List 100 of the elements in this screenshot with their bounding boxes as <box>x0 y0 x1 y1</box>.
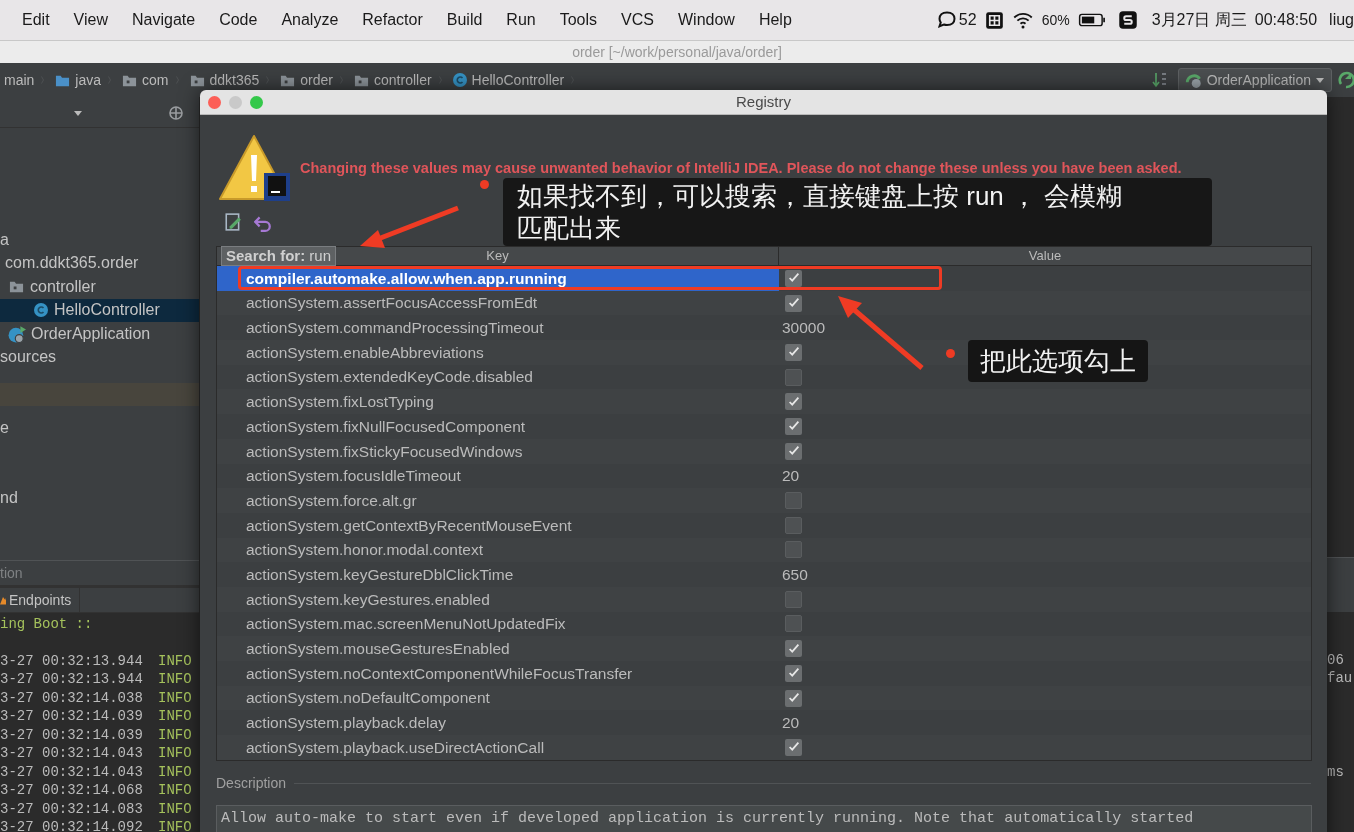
check-icon <box>786 641 801 656</box>
menu-item[interactable]: Edit <box>10 8 62 32</box>
caret-icon <box>1315 75 1325 85</box>
chat-icon[interactable] <box>936 10 957 30</box>
menu-item[interactable]: Run <box>494 8 548 32</box>
breadcrumb[interactable]: controller <box>353 69 438 91</box>
tree-item[interactable]: sources <box>0 345 199 369</box>
checkbox[interactable] <box>785 664 802 682</box>
checkbox[interactable] <box>785 343 802 361</box>
panel-title: tion <box>0 563 23 583</box>
checkbox[interactable] <box>785 393 802 411</box>
table-cell[interactable]: actionSystem.honor.modal.context <box>217 537 779 563</box>
table-cell[interactable]: actionSystem.focusIdleTimeout <box>217 463 779 489</box>
tree-item[interactable]: e <box>0 416 199 440</box>
clock-label: 00:48:50 <box>1254 10 1318 30</box>
table-cell[interactable]: 20 <box>782 711 800 735</box>
console-timestamp: 3-27 00:32:14.038 <box>0 688 144 707</box>
menu-item[interactable]: View <box>61 8 120 32</box>
checkbox[interactable] <box>785 492 802 510</box>
console-timestamp: 3-27 00:32:14.092 <box>0 818 144 832</box>
checkbox[interactable] <box>785 269 802 287</box>
app-status-icon[interactable] <box>1117 10 1138 30</box>
menu-item[interactable]: VCS <box>609 8 666 32</box>
class-icon <box>33 302 49 319</box>
console-line: ms <box>1327 763 1345 781</box>
table-cell[interactable]: actionSystem.keyGestures.enabled <box>217 586 779 612</box>
table-cell[interactable]: actionSystem.commandProcessingTimeout <box>217 315 779 341</box>
table-cell[interactable]: actionSystem.force.alt.gr <box>217 488 779 513</box>
breadcrumb[interactable]: main <box>4 69 41 91</box>
checkbox[interactable] <box>785 516 802 534</box>
edit-icon[interactable] <box>224 213 242 231</box>
menu-item[interactable]: Analyze <box>269 8 351 32</box>
user-name[interactable]: liug <box>1329 8 1354 32</box>
log-level: INFO <box>158 651 192 670</box>
table-cell[interactable]: actionSystem.noContextComponentWhileFocusTransfer <box>217 661 779 686</box>
checkbox[interactable] <box>785 689 802 707</box>
tree-item[interactable]: a <box>0 228 199 252</box>
table-cell[interactable]: actionSystem.enableAbbreviations <box>217 340 779 365</box>
section-label: Description <box>216 774 287 794</box>
folder-icon <box>8 279 25 295</box>
table-cell[interactable]: actionSystem.keyGestureDblClickTime <box>217 562 779 587</box>
table-cell[interactable]: actionSystem.getContextByRecentMouseEvent <box>217 512 779 538</box>
battery-icon[interactable] <box>1077 11 1106 29</box>
checkbox[interactable] <box>785 442 802 460</box>
table-cell[interactable]: actionSystem.assertFocusAccessFromEdt <box>217 290 779 316</box>
checkbox[interactable] <box>785 590 802 608</box>
table-cell[interactable]: actionSystem.fixLostTyping <box>217 389 779 415</box>
dropdown-caret-icon[interactable] <box>73 108 83 118</box>
breadcrumb[interactable]: HelloController <box>451 69 571 91</box>
input-method-icon[interactable] <box>984 10 1004 30</box>
log-level: INFO <box>158 818 192 832</box>
table-cell[interactable]: actionSystem.playback.useDirectActionCall <box>217 735 779 760</box>
tree-item[interactable]: controller <box>0 275 199 299</box>
breadcrumb[interactable]: ddkt365 <box>188 69 266 91</box>
tree-item[interactable]: OrderApplication <box>0 322 199 346</box>
checkbox[interactable] <box>785 640 802 658</box>
menu-item[interactable]: Build <box>434 8 495 32</box>
date-label: 3月27日 周三 <box>1151 10 1247 30</box>
rerun-icon[interactable] <box>1338 71 1354 89</box>
class-icon <box>451 72 468 88</box>
locate-icon[interactable] <box>168 105 184 121</box>
table-cell[interactable]: 30000 <box>782 316 826 340</box>
sort-icon[interactable] <box>1151 71 1168 89</box>
checkbox[interactable] <box>785 738 802 756</box>
tree-item[interactable]: HelloController <box>0 298 199 322</box>
table-cell[interactable]: actionSystem.fixStickyFocusedWindows <box>217 438 779 464</box>
tree-item[interactable]: nd <box>0 486 199 510</box>
tree-item[interactable]: com.ddkt365.order <box>0 251 199 275</box>
search-popup[interactable]: Search for: run <box>221 246 337 266</box>
table-cell[interactable]: actionSystem.extendedKeyCode.disabled <box>217 364 779 390</box>
log-level: INFO <box>158 725 192 744</box>
console-timestamp: 3-27 00:32:13.944 <box>0 670 144 689</box>
breadcrumb[interactable]: com <box>121 69 175 91</box>
breadcrumb[interactable]: java <box>54 69 108 91</box>
menu-item[interactable]: Tools <box>547 8 610 32</box>
wifi-icon[interactable] <box>1011 10 1034 30</box>
checkbox[interactable] <box>785 368 802 386</box>
menu-item[interactable]: Help <box>746 8 804 32</box>
menu-item[interactable]: Refactor <box>350 8 435 32</box>
checkbox[interactable] <box>785 417 802 435</box>
menu-item[interactable]: Navigate <box>119 8 208 32</box>
annotation-callout: 如果找不到，可以搜索，直接键盘上按 run ， 会模糊匹配出来 <box>503 178 1212 246</box>
dialog-title: Registry <box>736 91 791 112</box>
revert-icon[interactable] <box>254 214 272 232</box>
table-cell[interactable]: 20 <box>782 464 800 488</box>
log-level: INFO <box>158 688 192 707</box>
table-cell[interactable]: actionSystem.mouseGesturesEnabled <box>217 636 779 661</box>
menu-item[interactable]: Window <box>665 8 747 32</box>
table-cell[interactable]: actionSystem.fixNullFocusedComponent <box>217 414 779 439</box>
table-cell[interactable]: actionSystem.noDefaultComponent <box>217 685 779 711</box>
table-cell[interactable]: actionSystem.mac.screenMenuNotUpdatedFix <box>217 611 779 637</box>
checkbox[interactable] <box>785 541 802 559</box>
checkbox[interactable] <box>785 294 802 312</box>
menu-item[interactable]: Code <box>207 8 270 32</box>
table-cell[interactable]: actionSystem.playback.delay <box>217 710 779 736</box>
breadcrumb[interactable]: order <box>279 69 339 91</box>
table-cell[interactable]: 650 <box>782 562 808 587</box>
checkbox[interactable] <box>785 615 802 633</box>
column-header[interactable]: Value <box>779 247 1311 265</box>
run-configuration-dropdown[interactable]: OrderApplication <box>1177 68 1332 92</box>
